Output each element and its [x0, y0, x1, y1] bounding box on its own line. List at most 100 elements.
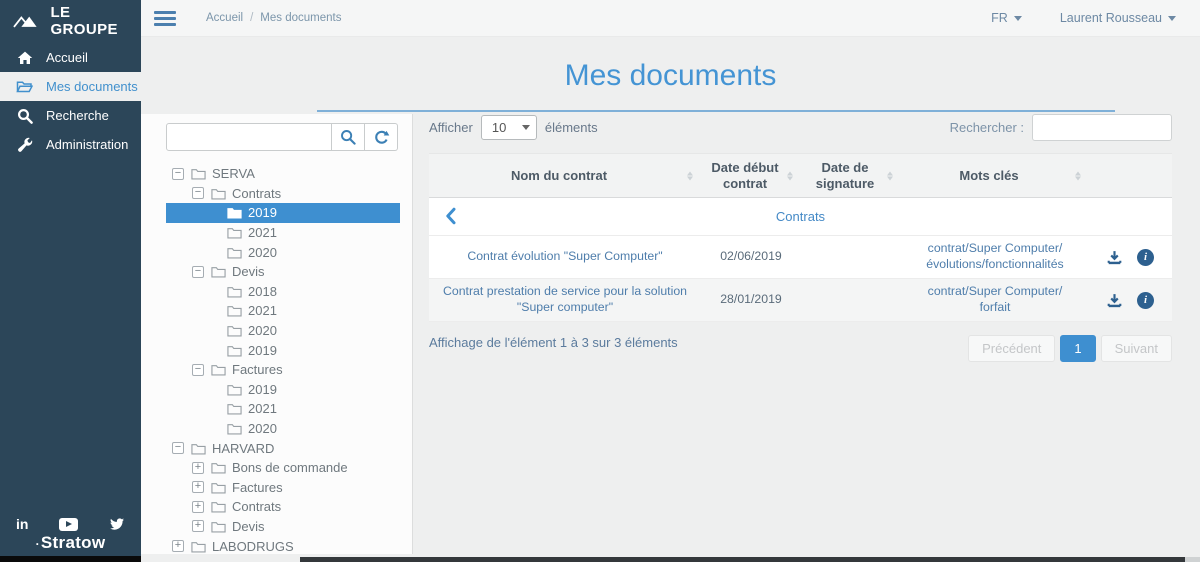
- cell-date-signature: [801, 252, 901, 262]
- next-page-button[interactable]: Suivant: [1100, 335, 1172, 363]
- tree-expander-icon[interactable]: −: [192, 265, 204, 278]
- tree-node[interactable]: 2019: [166, 203, 400, 223]
- table-row[interactable]: Contrat évolution "Super Computer" 02/06…: [429, 236, 1172, 280]
- breadcrumb-mes-documents[interactable]: Mes documents: [260, 12, 341, 24]
- download-icon[interactable]: [1107, 293, 1122, 308]
- table-row[interactable]: Contrat prestation de service pour la so…: [429, 279, 1172, 323]
- documents-table: Nom du contrat Date début contrat Date de …: [429, 153, 1172, 323]
- tree-expander-icon[interactable]: +: [192, 520, 204, 533]
- breadcrumb-accueil[interactable]: Accueil: [206, 12, 243, 24]
- tree-expander-icon[interactable]: −: [172, 167, 184, 180]
- mountain-logo-icon: [13, 16, 37, 28]
- folder-icon: [211, 482, 226, 494]
- tree-node[interactable]: + LABODRUGS: [166, 536, 400, 556]
- tree-node-label: Devis: [232, 518, 265, 534]
- download-icon[interactable]: [1107, 250, 1122, 265]
- tree-node[interactable]: − Devis: [166, 262, 400, 282]
- tree-node-label: LABODRUGS: [212, 538, 294, 554]
- column-header[interactable]: Nom du contrat: [429, 154, 701, 197]
- sort-icon[interactable]: [1075, 171, 1081, 181]
- previous-page-button[interactable]: Précédent: [968, 335, 1056, 363]
- menu-toggle-icon[interactable]: [154, 10, 176, 26]
- tree-expander-icon[interactable]: −: [192, 187, 204, 200]
- bottom-strip-left: [0, 556, 141, 562]
- tree-search-button[interactable]: [332, 123, 365, 151]
- column-header-actions: [1089, 154, 1172, 197]
- linkedin-icon[interactable]: in: [16, 516, 28, 532]
- table-search-input[interactable]: [1032, 114, 1172, 141]
- tree-node-label: 2019: [248, 205, 277, 221]
- language-selector[interactable]: FR: [991, 11, 1022, 25]
- sidebar-item-accueil[interactable]: Accueil: [0, 43, 141, 72]
- tree-node[interactable]: 2019: [166, 380, 400, 400]
- folder-tree: − SERVA − Contrats 2019 2021 2020 − Devi…: [166, 164, 412, 556]
- tree-expander-icon[interactable]: +: [172, 540, 184, 553]
- sort-icon[interactable]: [787, 171, 793, 181]
- table-footer: Affichage de l'élément 1 à 3 sur 3 éléme…: [429, 335, 1172, 363]
- tree-node[interactable]: 2020: [166, 419, 400, 439]
- tree-node[interactable]: 2019: [166, 340, 400, 360]
- breadcrumb-separator: /: [250, 12, 254, 24]
- tree-expander-icon[interactable]: −: [172, 442, 184, 455]
- info-icon[interactable]: i: [1137, 291, 1154, 309]
- tree-node[interactable]: 2021: [166, 399, 400, 419]
- tree-node[interactable]: − SERVA: [166, 164, 400, 184]
- tree-expander-icon[interactable]: −: [192, 363, 204, 376]
- tree-expander-icon[interactable]: +: [192, 500, 204, 513]
- page-length-select[interactable]: 10: [480, 115, 537, 140]
- app-logo[interactable]: LE GROUPE: [0, 0, 141, 42]
- tree-node[interactable]: 2021: [166, 301, 400, 321]
- folder-icon: [211, 365, 226, 376]
- tree-node[interactable]: 2021: [166, 223, 400, 243]
- folder-icon: [191, 541, 206, 553]
- user-name: Laurent Rousseau: [1059, 11, 1162, 25]
- refresh-icon: [374, 130, 389, 144]
- folder-icon: [227, 404, 242, 415]
- chevron-down-icon: [1168, 16, 1176, 22]
- select-wrap: 10: [480, 115, 537, 140]
- tree-node[interactable]: − Contrats: [166, 184, 400, 204]
- cell-actions: i: [1089, 244, 1172, 271]
- tree-node-label: Factures: [232, 479, 283, 495]
- folder-icon: [227, 326, 242, 337]
- column-header[interactable]: Mots clés: [901, 154, 1089, 197]
- bottom-strip-tail: [1185, 557, 1200, 562]
- tree-node[interactable]: − Factures: [166, 360, 400, 380]
- back-icon[interactable]: [445, 207, 456, 230]
- tree-node[interactable]: 2020: [166, 242, 400, 262]
- sidebar-item-label: Accueil: [46, 50, 88, 65]
- tree-search-input[interactable]: [166, 123, 332, 151]
- tree-refresh-button[interactable]: [365, 123, 398, 151]
- folder-icon: [227, 247, 242, 259]
- folder-open-icon: [16, 78, 33, 95]
- user-menu[interactable]: Laurent Rousseau: [1060, 11, 1176, 25]
- tree-node[interactable]: + Devis: [166, 517, 400, 537]
- column-header[interactable]: Date de signature: [801, 154, 901, 197]
- folder-icon: [191, 443, 206, 455]
- column-header[interactable]: Date début contrat: [701, 154, 801, 197]
- sort-icon[interactable]: [887, 171, 893, 181]
- tree-expander-icon[interactable]: +: [192, 481, 204, 494]
- tree-node[interactable]: 2020: [166, 321, 400, 341]
- tree-node-label: 2018: [248, 283, 277, 299]
- youtube-icon[interactable]: [59, 517, 79, 531]
- page-number-button[interactable]: 1: [1060, 335, 1096, 363]
- tree-node[interactable]: + Contrats: [166, 497, 400, 517]
- tree-expander-icon[interactable]: +: [192, 461, 204, 474]
- sidebar-item-mes-documents[interactable]: Mes documents: [0, 72, 141, 101]
- twitter-icon[interactable]: [109, 517, 125, 531]
- tree-node[interactable]: + Bons de commande: [166, 458, 400, 478]
- tree-node-label: 2021: [248, 303, 277, 319]
- social-links: in: [0, 516, 141, 532]
- sidebar-item-recherche[interactable]: Recherche: [0, 101, 141, 130]
- tree-node[interactable]: 2018: [166, 282, 400, 302]
- tree-node[interactable]: + Factures: [166, 478, 400, 498]
- tree-panel: − SERVA − Contrats 2019 2021 2020 − Devi…: [141, 114, 413, 554]
- tree-node-label: Factures: [232, 362, 283, 378]
- sort-icon[interactable]: [687, 171, 693, 181]
- folder-icon: [211, 502, 226, 513]
- sidebar-item-administration[interactable]: Administration: [0, 130, 141, 159]
- info-icon[interactable]: i: [1137, 248, 1154, 266]
- page-title: Mes documents: [564, 59, 777, 92]
- tree-node[interactable]: − HARVARD: [166, 438, 400, 458]
